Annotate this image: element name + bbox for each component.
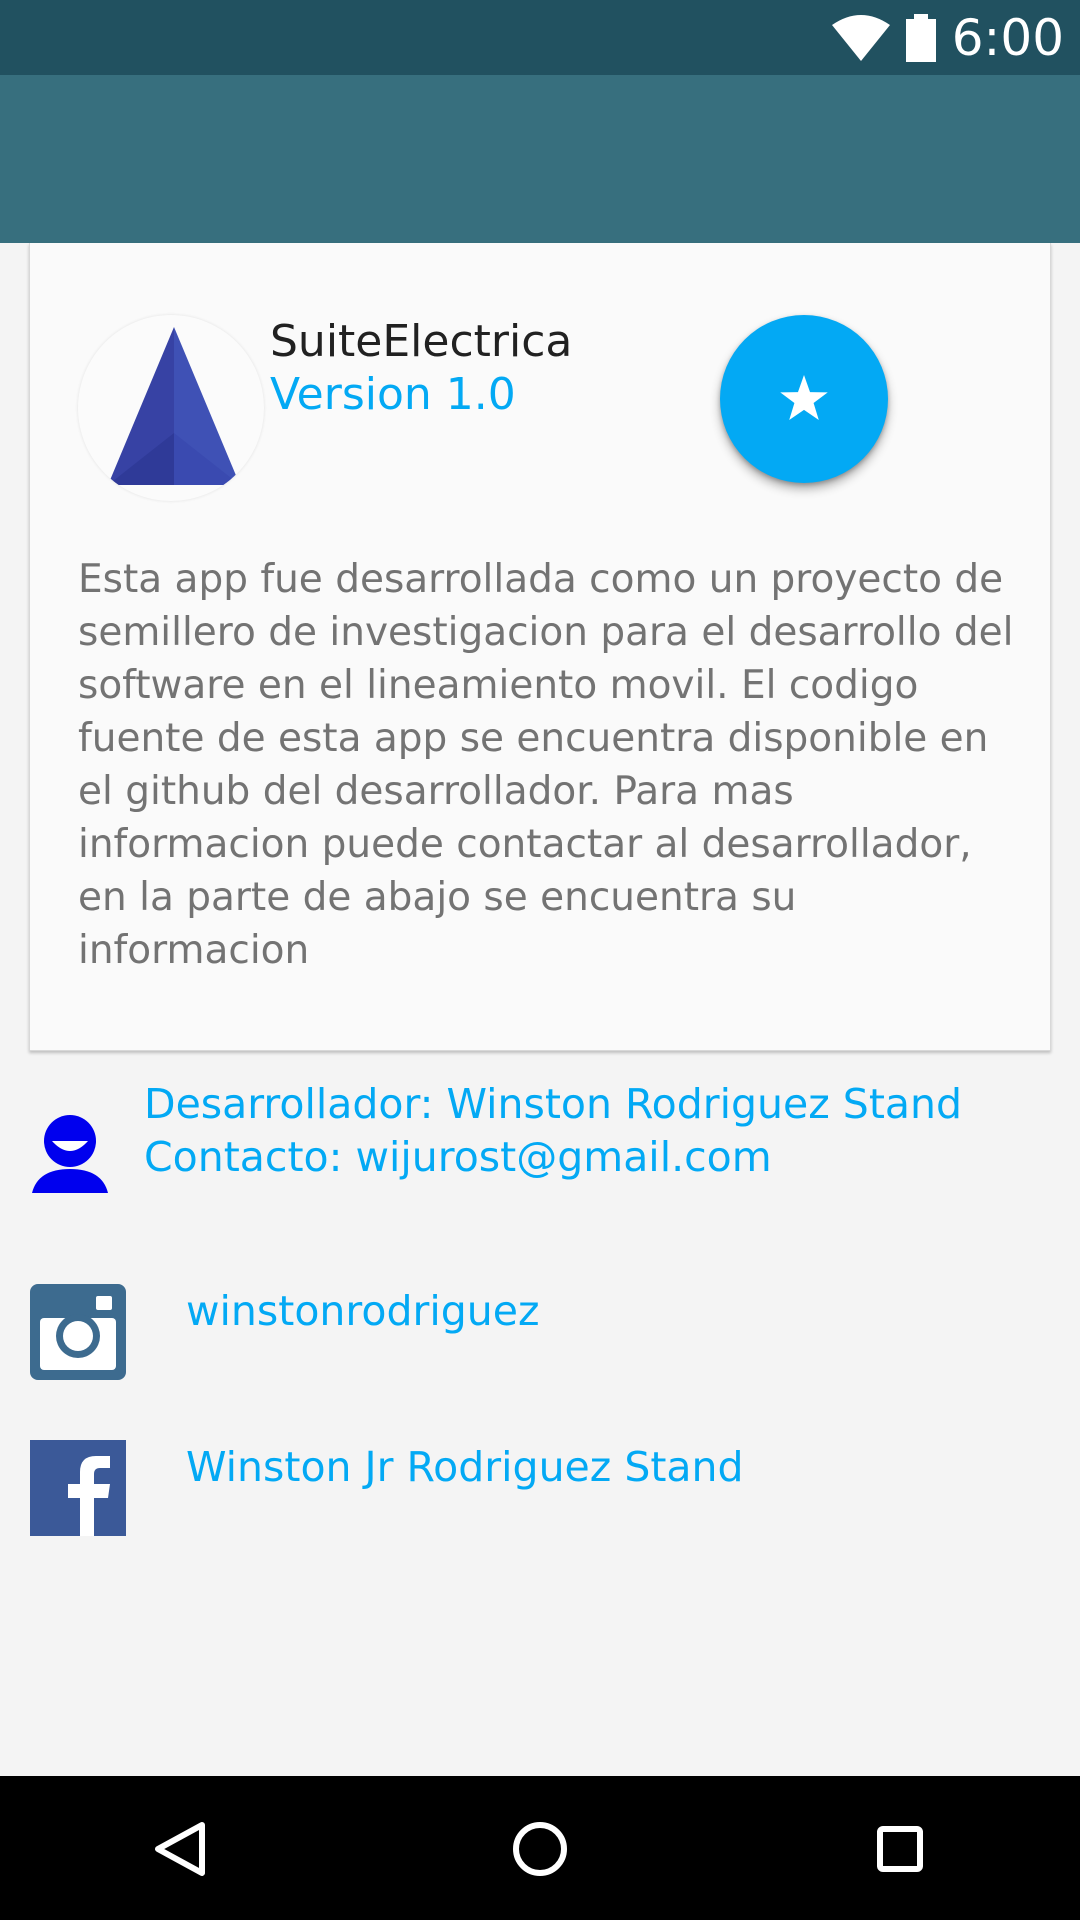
star-icon <box>780 375 828 421</box>
instagram-handle[interactable]: winstonrodriguez <box>186 1287 540 1335</box>
app-version: Version 1.0 <box>270 369 516 420</box>
person-icon <box>32 1115 108 1193</box>
status-time: 6:00 <box>951 8 1064 67</box>
status-icons: 6:00 <box>831 0 1064 75</box>
back-icon <box>155 1822 205 1876</box>
facebook-name[interactable]: Winston Jr Rodriguez Stand <box>186 1443 744 1491</box>
battery-icon <box>905 13 936 62</box>
wifi-icon <box>831 14 890 61</box>
back-button[interactable] <box>144 1813 216 1885</box>
facebook-icon[interactable] <box>30 1440 126 1536</box>
rate-button[interactable] <box>720 315 888 483</box>
instagram-icon[interactable] <box>30 1284 126 1380</box>
app-logo <box>78 315 264 501</box>
recents-icon <box>877 1826 923 1872</box>
app-bar <box>0 75 1080 243</box>
home-icon <box>513 1822 567 1876</box>
recents-button[interactable] <box>864 1813 936 1885</box>
about-card: SuiteElectrica Version 1.0 Esta app fue … <box>29 243 1051 1051</box>
home-button[interactable] <box>504 1813 576 1885</box>
developer-contact[interactable]: Contacto: wijurost@gmail.com <box>144 1131 962 1184</box>
app-description: Esta app fue desarrollada como un proyec… <box>78 557 1014 973</box>
app-name: SuiteElectrica <box>270 316 573 367</box>
navigation-bar <box>0 1776 1080 1920</box>
developer-name: Desarrollador: Winston Rodriguez Stand <box>144 1080 963 1128</box>
developer-info: Desarrollador: Winston Rodriguez Stand C… <box>144 1078 962 1184</box>
app-logo-pyramid-icon <box>108 327 240 485</box>
status-bar: 6:00 <box>0 0 1080 75</box>
